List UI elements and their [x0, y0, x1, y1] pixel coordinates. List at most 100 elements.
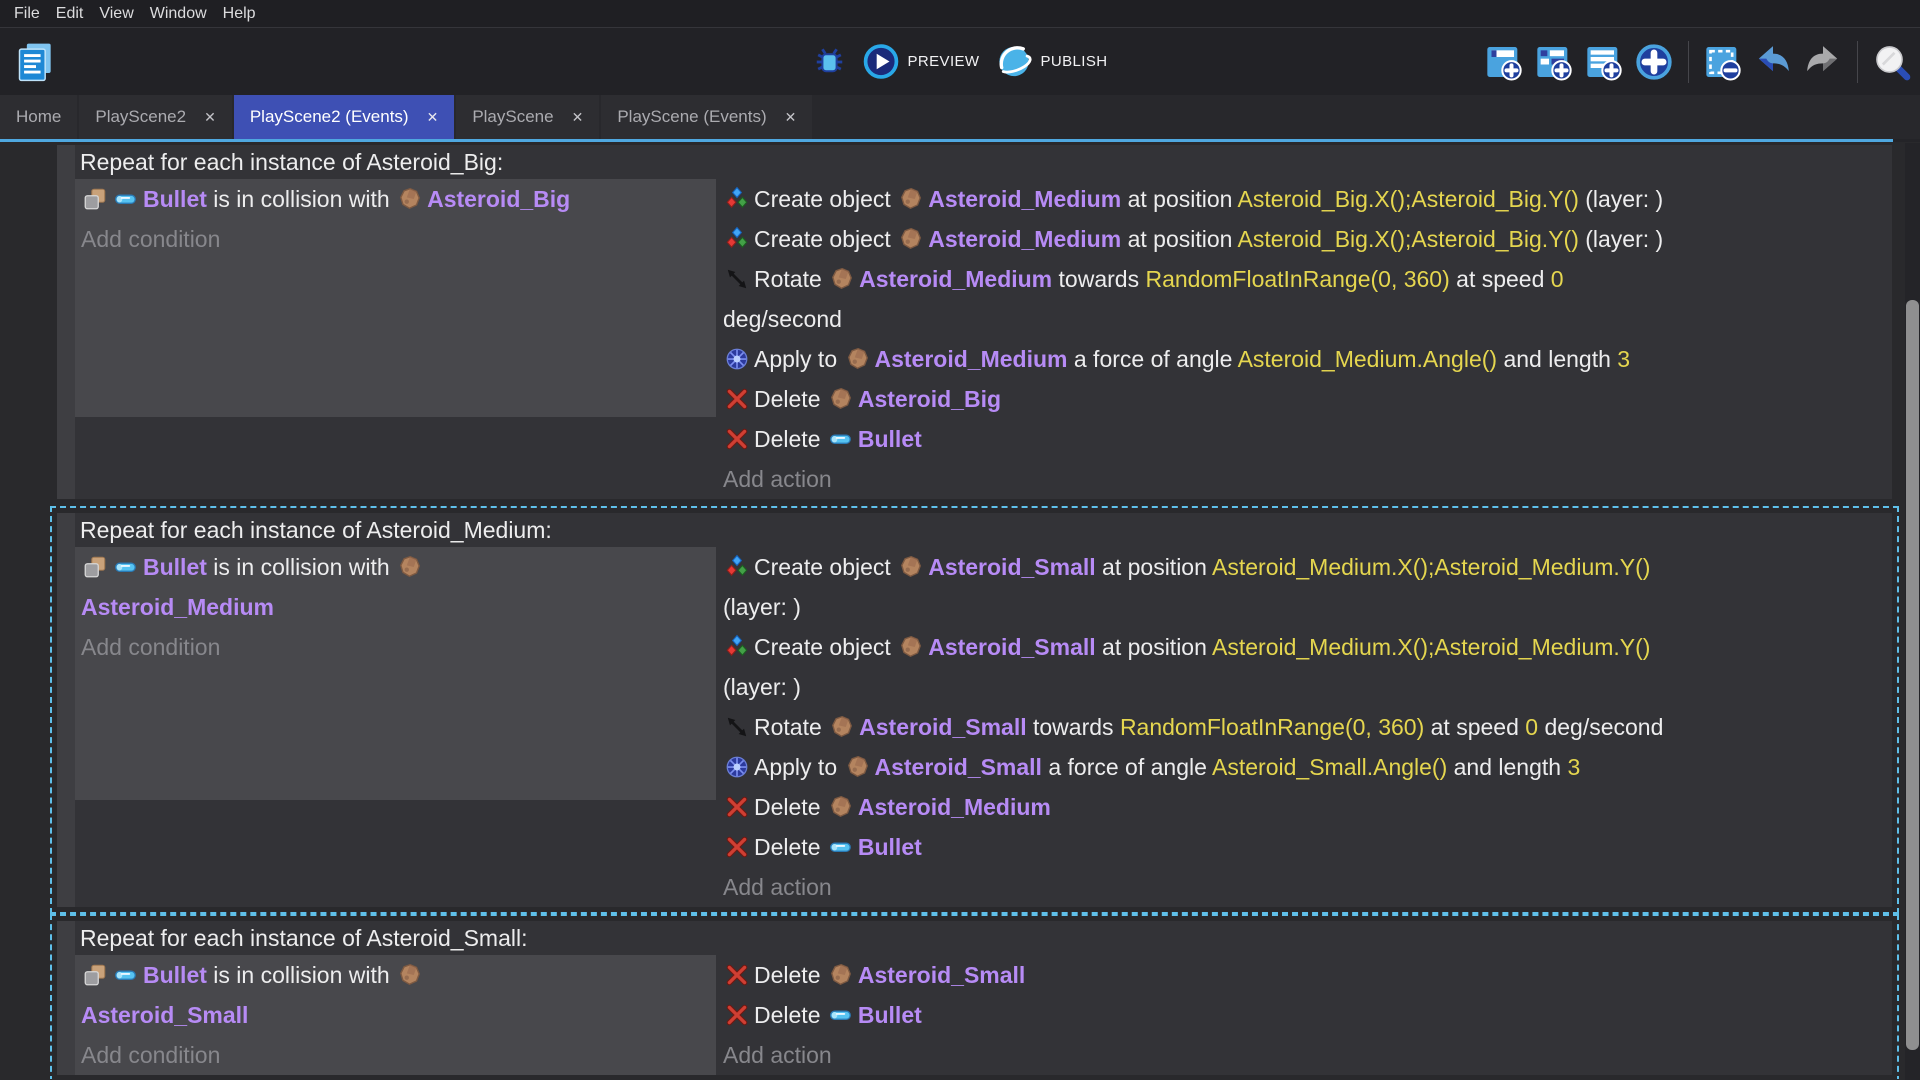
menu-item-file[interactable]: File [6, 0, 48, 28]
event-text: at position [1121, 186, 1237, 212]
object-name: Asteroid_Medium [81, 594, 274, 620]
scrollbar-thumb[interactable] [1906, 300, 1919, 1050]
events-sheet: Repeat for each instance of Asteroid_Big… [0, 142, 1920, 1079]
add-action-link[interactable]: Add action [723, 459, 1892, 499]
menu-item-help[interactable]: Help [215, 0, 264, 28]
add-condition-link[interactable]: Add condition [81, 1035, 716, 1075]
object-name: Bullet [858, 426, 922, 452]
action-line[interactable]: Delete Asteroid_Small [723, 955, 1892, 995]
event-text: towards [1052, 266, 1145, 292]
tab-close-icon[interactable]: ✕ [204, 109, 216, 126]
tab-home[interactable]: Home [0, 95, 77, 139]
object-name: Bullet [858, 834, 922, 860]
add-action-link[interactable]: Add action [723, 867, 1892, 907]
toolbar-separator [1857, 41, 1858, 83]
action-line[interactable]: Apply to Asteroid_Medium a force of angl… [723, 339, 1892, 379]
redo-button[interactable] [1803, 42, 1843, 82]
conditions-column: Bullet is in collision with Asteroid_Big… [75, 179, 716, 417]
action-line[interactable]: Delete Asteroid_Medium [723, 787, 1892, 827]
publish-globe-icon [995, 43, 1032, 80]
bullet-icon [828, 426, 854, 452]
force-icon [724, 346, 750, 372]
undo-button[interactable] [1753, 42, 1793, 82]
action-line[interactable]: Rotate Asteroid_Medium towards RandomFlo… [723, 259, 1892, 339]
event-block[interactable]: Repeat for each instance of Asteroid_Sma… [57, 921, 1892, 1075]
tab-close-icon[interactable]: ✕ [427, 109, 439, 126]
event-gutter[interactable] [57, 921, 75, 1075]
add-external-layout-button[interactable] [1534, 42, 1574, 82]
expression-text: Asteroid_Big.X();Asteroid_Big.Y() [1238, 226, 1579, 252]
action-line[interactable]: Delete Asteroid_Big [723, 379, 1892, 419]
actions-column: Create object Asteroid_Medium at positio… [716, 179, 1892, 499]
add-scene-button[interactable] [1484, 42, 1524, 82]
condition-line[interactable]: Bullet is in collision with Asteroid_Big [81, 179, 716, 219]
event-text: Delete [754, 1002, 827, 1028]
object-name: Asteroid_Medium [928, 186, 1121, 212]
condition-line[interactable]: Bullet is in collision with Asteroid_Sma… [81, 955, 716, 1035]
asteroid-icon [829, 266, 855, 292]
menu-item-edit[interactable]: Edit [48, 0, 92, 28]
asteroid-icon [397, 962, 423, 988]
tab-playscene2[interactable]: PlayScene2✕ [79, 95, 231, 139]
object-name: Bullet [858, 1002, 922, 1028]
object-name: Asteroid_Small [859, 714, 1026, 740]
event-text: Apply to [754, 346, 844, 372]
remove-events-button[interactable] [1703, 42, 1743, 82]
tab-close-icon[interactable]: ✕ [572, 109, 584, 126]
event-body: Bullet is in collision with Asteroid_Big… [75, 179, 1892, 499]
action-line[interactable]: Create object Asteroid_Small at position… [723, 547, 1892, 627]
menu-item-view[interactable]: View [91, 0, 141, 28]
action-line[interactable]: Delete Bullet [723, 419, 1892, 459]
condition-line[interactable]: Bullet is in collision with Asteroid_Med… [81, 547, 716, 627]
menu-item-window[interactable]: Window [142, 0, 215, 28]
event-text: Create object [754, 226, 897, 252]
event-text: Delete [754, 426, 827, 452]
event-header[interactable]: Repeat for each instance of Asteroid_Med… [75, 513, 1892, 547]
event-text: (layer: ) [1579, 186, 1663, 212]
event-text: Delete [754, 962, 827, 988]
action-line[interactable]: Create object Asteroid_Medium at positio… [723, 219, 1892, 259]
action-line[interactable]: Rotate Asteroid_Small towards RandomFloa… [723, 707, 1892, 747]
actions-column: Delete Asteroid_SmallDelete BulletAdd ac… [716, 955, 1892, 1075]
rotate-icon [724, 714, 750, 740]
event-block[interactable]: Repeat for each instance of Asteroid_Big… [57, 145, 1892, 499]
tab-label: PlayScene (Events) [617, 107, 766, 127]
event-header[interactable]: Repeat for each instance of Asteroid_Sma… [75, 921, 1892, 955]
debugger-button[interactable] [813, 44, 847, 80]
action-line[interactable]: Create object Asteroid_Medium at positio… [723, 179, 1892, 219]
add-event-button[interactable] [1634, 42, 1674, 82]
search-button[interactable] [1872, 42, 1912, 82]
object-name: Asteroid_Small [858, 962, 1025, 988]
add-external-layout-icon [1534, 42, 1574, 82]
event-text: Apply to [754, 754, 844, 780]
add-external-events-button[interactable] [1584, 42, 1624, 82]
action-line[interactable]: Apply to Asteroid_Small a force of angle… [723, 747, 1892, 787]
preview-button[interactable]: PREVIEW [863, 43, 980, 80]
add-condition-link[interactable]: Add condition [81, 219, 716, 259]
event-header[interactable]: Repeat for each instance of Asteroid_Big… [75, 145, 1892, 179]
event-body: Bullet is in collision with Asteroid_Med… [75, 547, 1892, 907]
vertical-scrollbar[interactable] [1905, 143, 1920, 1080]
tab-playscene[interactable]: PlayScene✕ [456, 95, 599, 139]
delete-icon [724, 962, 750, 988]
object-name: Bullet [143, 962, 207, 988]
expression-text: 0 [1525, 714, 1538, 740]
action-line[interactable]: Create object Asteroid_Small at position… [723, 627, 1892, 707]
tab-playscene-events[interactable]: PlayScene (Events) ✕ [601, 95, 812, 139]
project-manager-button[interactable] [14, 39, 58, 85]
preview-label: PREVIEW [908, 53, 980, 70]
action-line[interactable]: Delete Bullet [723, 827, 1892, 867]
publish-button[interactable]: PUBLISH [995, 43, 1107, 80]
add-condition-link[interactable]: Add condition [81, 627, 716, 667]
add-action-link[interactable]: Add action [723, 1035, 1892, 1075]
event-gutter[interactable] [57, 513, 75, 907]
event-gutter[interactable] [57, 145, 75, 499]
tab-playscene2-events[interactable]: PlayScene2 (Events)✕ [234, 95, 454, 139]
actions-column: Create object Asteroid_Small at position… [716, 547, 1892, 907]
event-text: deg/second [723, 306, 842, 332]
collision-icon [82, 554, 108, 580]
action-line[interactable]: Delete Bullet [723, 995, 1892, 1035]
tab-close-icon[interactable]: ✕ [785, 109, 797, 126]
event-block[interactable]: Repeat for each instance of Asteroid_Med… [57, 513, 1892, 907]
object-name: Asteroid_Small [875, 754, 1042, 780]
